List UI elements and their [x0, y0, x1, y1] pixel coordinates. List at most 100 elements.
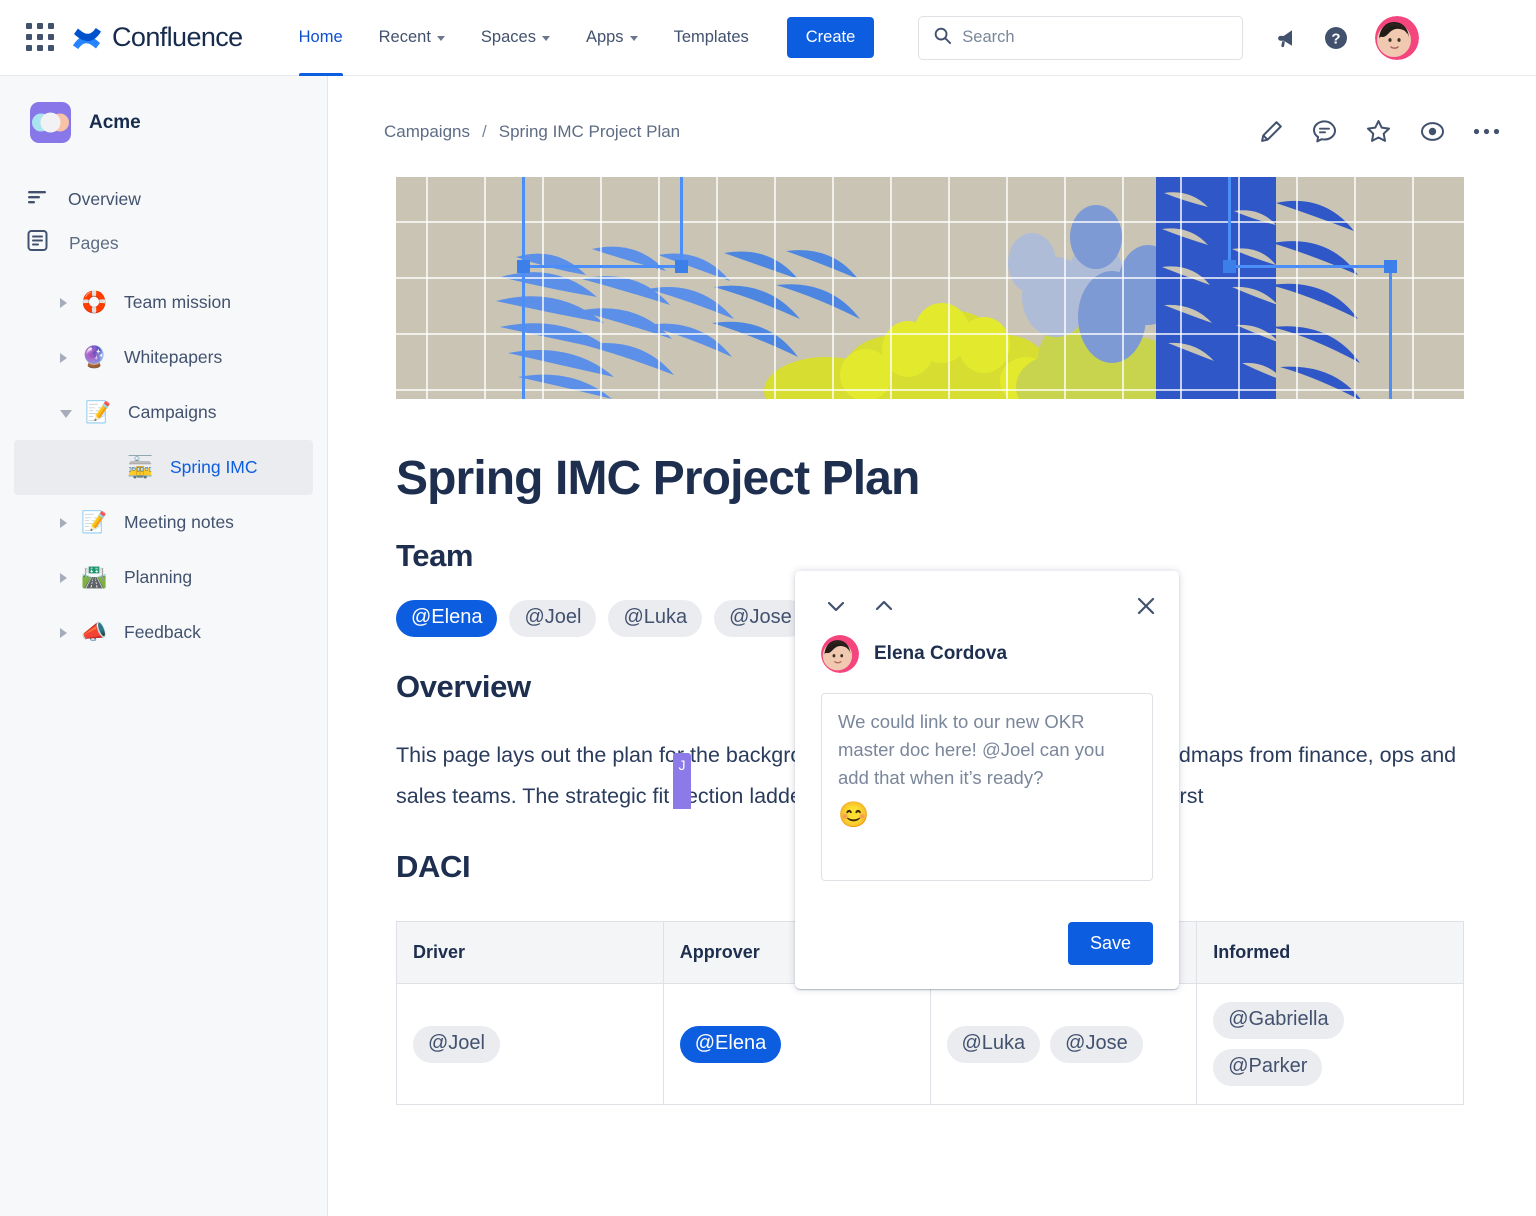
top-navigation: Confluence Home Recent Spaces Apps Templ…	[0, 0, 1536, 76]
chevron-down-icon	[436, 36, 445, 41]
page-cover-image	[396, 177, 1464, 399]
close-icon[interactable]	[1135, 595, 1157, 617]
chevron-right-icon[interactable]	[60, 297, 67, 308]
sidebar-tree-item-feedback[interactable]: 📣 Feedback	[14, 605, 313, 660]
mention-chip[interactable]: @Luka	[946, 1025, 1041, 1063]
mention-chip[interactable]: @Parker	[1213, 1049, 1323, 1086]
selection-handle[interactable]	[1223, 260, 1236, 273]
save-comment-button[interactable]: Save	[1067, 922, 1153, 965]
star-icon[interactable]	[1365, 118, 1392, 145]
edit-icon[interactable]	[1258, 119, 1284, 145]
page-emoji-icon: 🔮	[81, 346, 108, 369]
selection-handle[interactable]	[1384, 260, 1397, 273]
overview-icon	[26, 186, 48, 213]
chevron-down-icon[interactable]	[60, 410, 72, 418]
selection-guide-line	[1228, 177, 1231, 267]
sidebar-tree-item-meeting-notes[interactable]: 📝 Meeting notes	[14, 495, 313, 550]
sidebar-tree-item-whitepapers[interactable]: 🔮 Whitepapers	[14, 330, 313, 385]
table-cell: @Luka @Jose	[929, 983, 1198, 1105]
pages-icon	[26, 229, 49, 257]
sidebar-tree-item-label: Meeting notes	[124, 512, 234, 532]
page-emoji-icon: 📣	[81, 621, 108, 644]
search-box[interactable]	[918, 15, 1244, 60]
comment-popup-toolbar	[795, 571, 1179, 617]
watch-icon[interactable]	[1419, 118, 1446, 145]
nav-item-recent-label: Recent	[378, 28, 431, 46]
inline-comment-popup: Elena Cordova We could link to our new O…	[795, 571, 1179, 989]
chevron-right-icon[interactable]	[60, 352, 67, 363]
collaborator-cursor: J	[673, 753, 691, 809]
sidebar-tree-item-planning[interactable]: 🛣️ Planning	[14, 550, 313, 605]
breadcrumb-current[interactable]: Spring IMC Project Plan	[499, 122, 680, 142]
breadcrumb-separator: /	[482, 121, 487, 141]
nav-item-apps[interactable]: Apps	[568, 0, 656, 76]
chevron-up-icon[interactable]	[873, 595, 895, 617]
sidebar-tree-item-campaigns[interactable]: 📝 Campaigns	[14, 385, 313, 440]
chevron-right-icon[interactable]	[60, 572, 67, 583]
help-icon[interactable]: ?	[1323, 25, 1349, 51]
mention-chip[interactable]: @Joel	[413, 1025, 500, 1063]
table-cell: @Gabriella @Parker	[1196, 983, 1464, 1105]
table-column-header: Driver	[396, 921, 664, 984]
page-emoji-icon: 📝	[85, 401, 112, 424]
sidebar-tree-item-team-mission[interactable]: 🛟 Team mission	[14, 275, 313, 330]
nav-item-apps-label: Apps	[585, 28, 624, 46]
chevron-right-icon[interactable]	[60, 627, 67, 638]
page-emoji-icon: 🚋	[127, 456, 154, 479]
brand-name: Confluence	[112, 22, 243, 52]
sidebar-item-overview[interactable]: Overview	[0, 177, 327, 221]
mention-chip[interactable]: @Gabriella	[1213, 1002, 1344, 1039]
sidebar-tree-item-label: Feedback	[124, 622, 201, 642]
breadcrumb: Campaigns / Spring IMC Project Plan	[384, 122, 680, 142]
page-title: Spring IMC Project Plan	[396, 452, 920, 505]
selection-handle[interactable]	[675, 260, 688, 273]
breadcrumb-parent[interactable]: Campaigns	[384, 122, 470, 142]
space-sidebar: Acme Overview Pages 🛟 Team mission 🔮 Whi…	[0, 76, 328, 1216]
selection-guide-line	[1228, 265, 1392, 268]
sidebar-tree-item-label: Whitepapers	[124, 347, 223, 367]
image-grid-overlay	[396, 177, 1464, 399]
space-header[interactable]: Acme	[0, 76, 327, 143]
comment-input[interactable]: We could link to our new OKR master doc …	[821, 693, 1153, 881]
nav-item-home[interactable]: Home	[281, 0, 361, 76]
user-avatar[interactable]	[1375, 15, 1420, 60]
nav-item-templates[interactable]: Templates	[656, 0, 767, 76]
mention-chip[interactable]: @Luka	[608, 600, 703, 637]
mention-chip[interactable]: @Elena	[679, 1025, 782, 1063]
nav-icon-group: ?	[1273, 25, 1349, 51]
space-name: Acme	[89, 111, 141, 133]
comment-icon[interactable]	[1311, 118, 1338, 145]
selection-handle[interactable]	[517, 260, 530, 273]
more-icon[interactable]	[1473, 127, 1500, 136]
mention-chip[interactable]: @Jose	[1050, 1025, 1143, 1063]
comment-author: Elena Cordova	[795, 617, 1179, 673]
confluence-home-link[interactable]: Confluence	[70, 21, 243, 55]
acme-space-logo-icon	[30, 102, 71, 143]
selection-guide-line	[522, 265, 525, 399]
sidebar-item-pages[interactable]: Pages	[0, 221, 327, 265]
sidebar-tree-item-label: Team mission	[124, 292, 231, 312]
primary-nav: Home Recent Spaces Apps Templates	[281, 0, 767, 76]
search-input[interactable]	[962, 28, 1229, 47]
sidebar-tree-item-label: Campaigns	[128, 402, 217, 422]
selection-guide-line	[522, 265, 682, 268]
page-emoji-icon: 🛟	[81, 291, 108, 314]
sidebar-tree-item-label: Planning	[124, 567, 193, 587]
mention-chip[interactable]: @Elena	[396, 600, 498, 637]
smiling-face-emoji: 😊	[838, 801, 870, 829]
app-switcher-icon[interactable]	[26, 22, 56, 53]
nav-item-spaces[interactable]: Spaces	[463, 0, 568, 76]
page-tree: 🛟 Team mission 🔮 Whitepapers 📝 Campaigns 🚋 Spri…	[0, 275, 327, 660]
chevron-right-icon[interactable]	[60, 517, 67, 528]
nav-item-home-label: Home	[298, 28, 343, 46]
mention-chip[interactable]: @Joel	[509, 600, 597, 637]
create-button[interactable]: Create	[786, 17, 875, 58]
selection-guide-line	[522, 177, 525, 267]
megaphone-icon[interactable]	[1273, 26, 1297, 50]
nav-item-recent[interactable]: Recent	[361, 0, 463, 76]
search-icon	[933, 26, 952, 50]
sidebar-tree-item-spring-imc[interactable]: 🚋 Spring IMC	[14, 440, 313, 495]
sidebar-item-pages-label: Pages	[69, 232, 119, 253]
chevron-down-icon[interactable]	[825, 595, 847, 617]
mention-chip[interactable]: @Jose	[714, 600, 807, 637]
